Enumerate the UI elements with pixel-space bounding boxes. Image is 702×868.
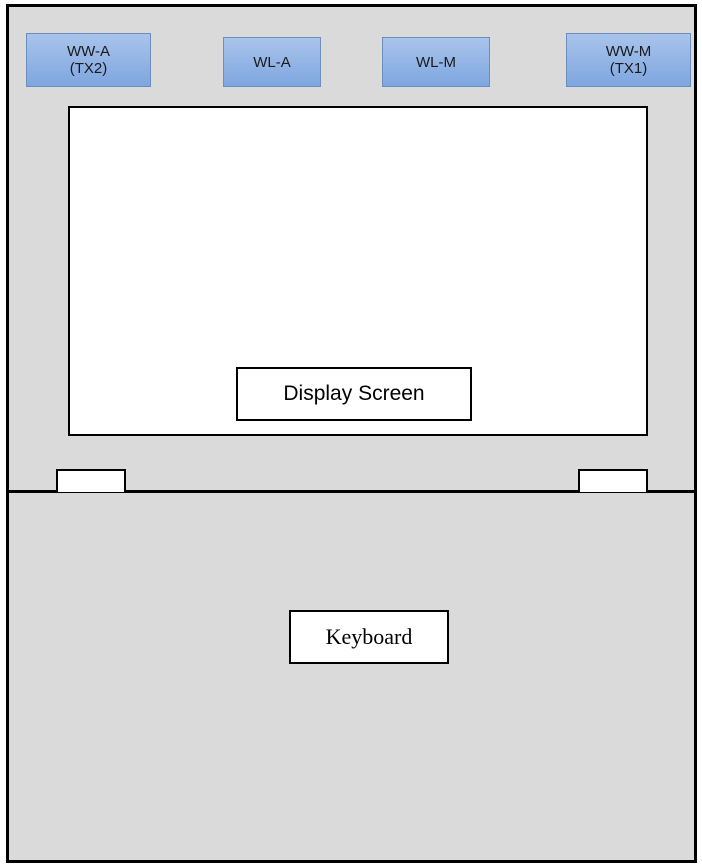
antenna-ww-a-tx2: WW-A (TX2) — [26, 33, 151, 87]
antenna-wl-a: WL-A — [223, 37, 321, 87]
antenna-ww-m-tx1: WW-M (TX1) — [566, 33, 691, 87]
hinge-left — [56, 469, 126, 492]
antenna-wl-m: WL-M — [382, 37, 490, 87]
display-screen: Display Screen — [68, 106, 648, 436]
laptop-lid: WW-A (TX2) WL-A WL-M WW-M (TX1) Display … — [9, 7, 694, 493]
display-screen-label: Display Screen — [236, 367, 472, 421]
hinge-right — [578, 469, 648, 492]
laptop-diagram: WW-A (TX2) WL-A WL-M WW-M (TX1) Display … — [6, 4, 697, 863]
laptop-base: Keyboard — [9, 493, 694, 860]
keyboard-label: Keyboard — [289, 610, 449, 664]
